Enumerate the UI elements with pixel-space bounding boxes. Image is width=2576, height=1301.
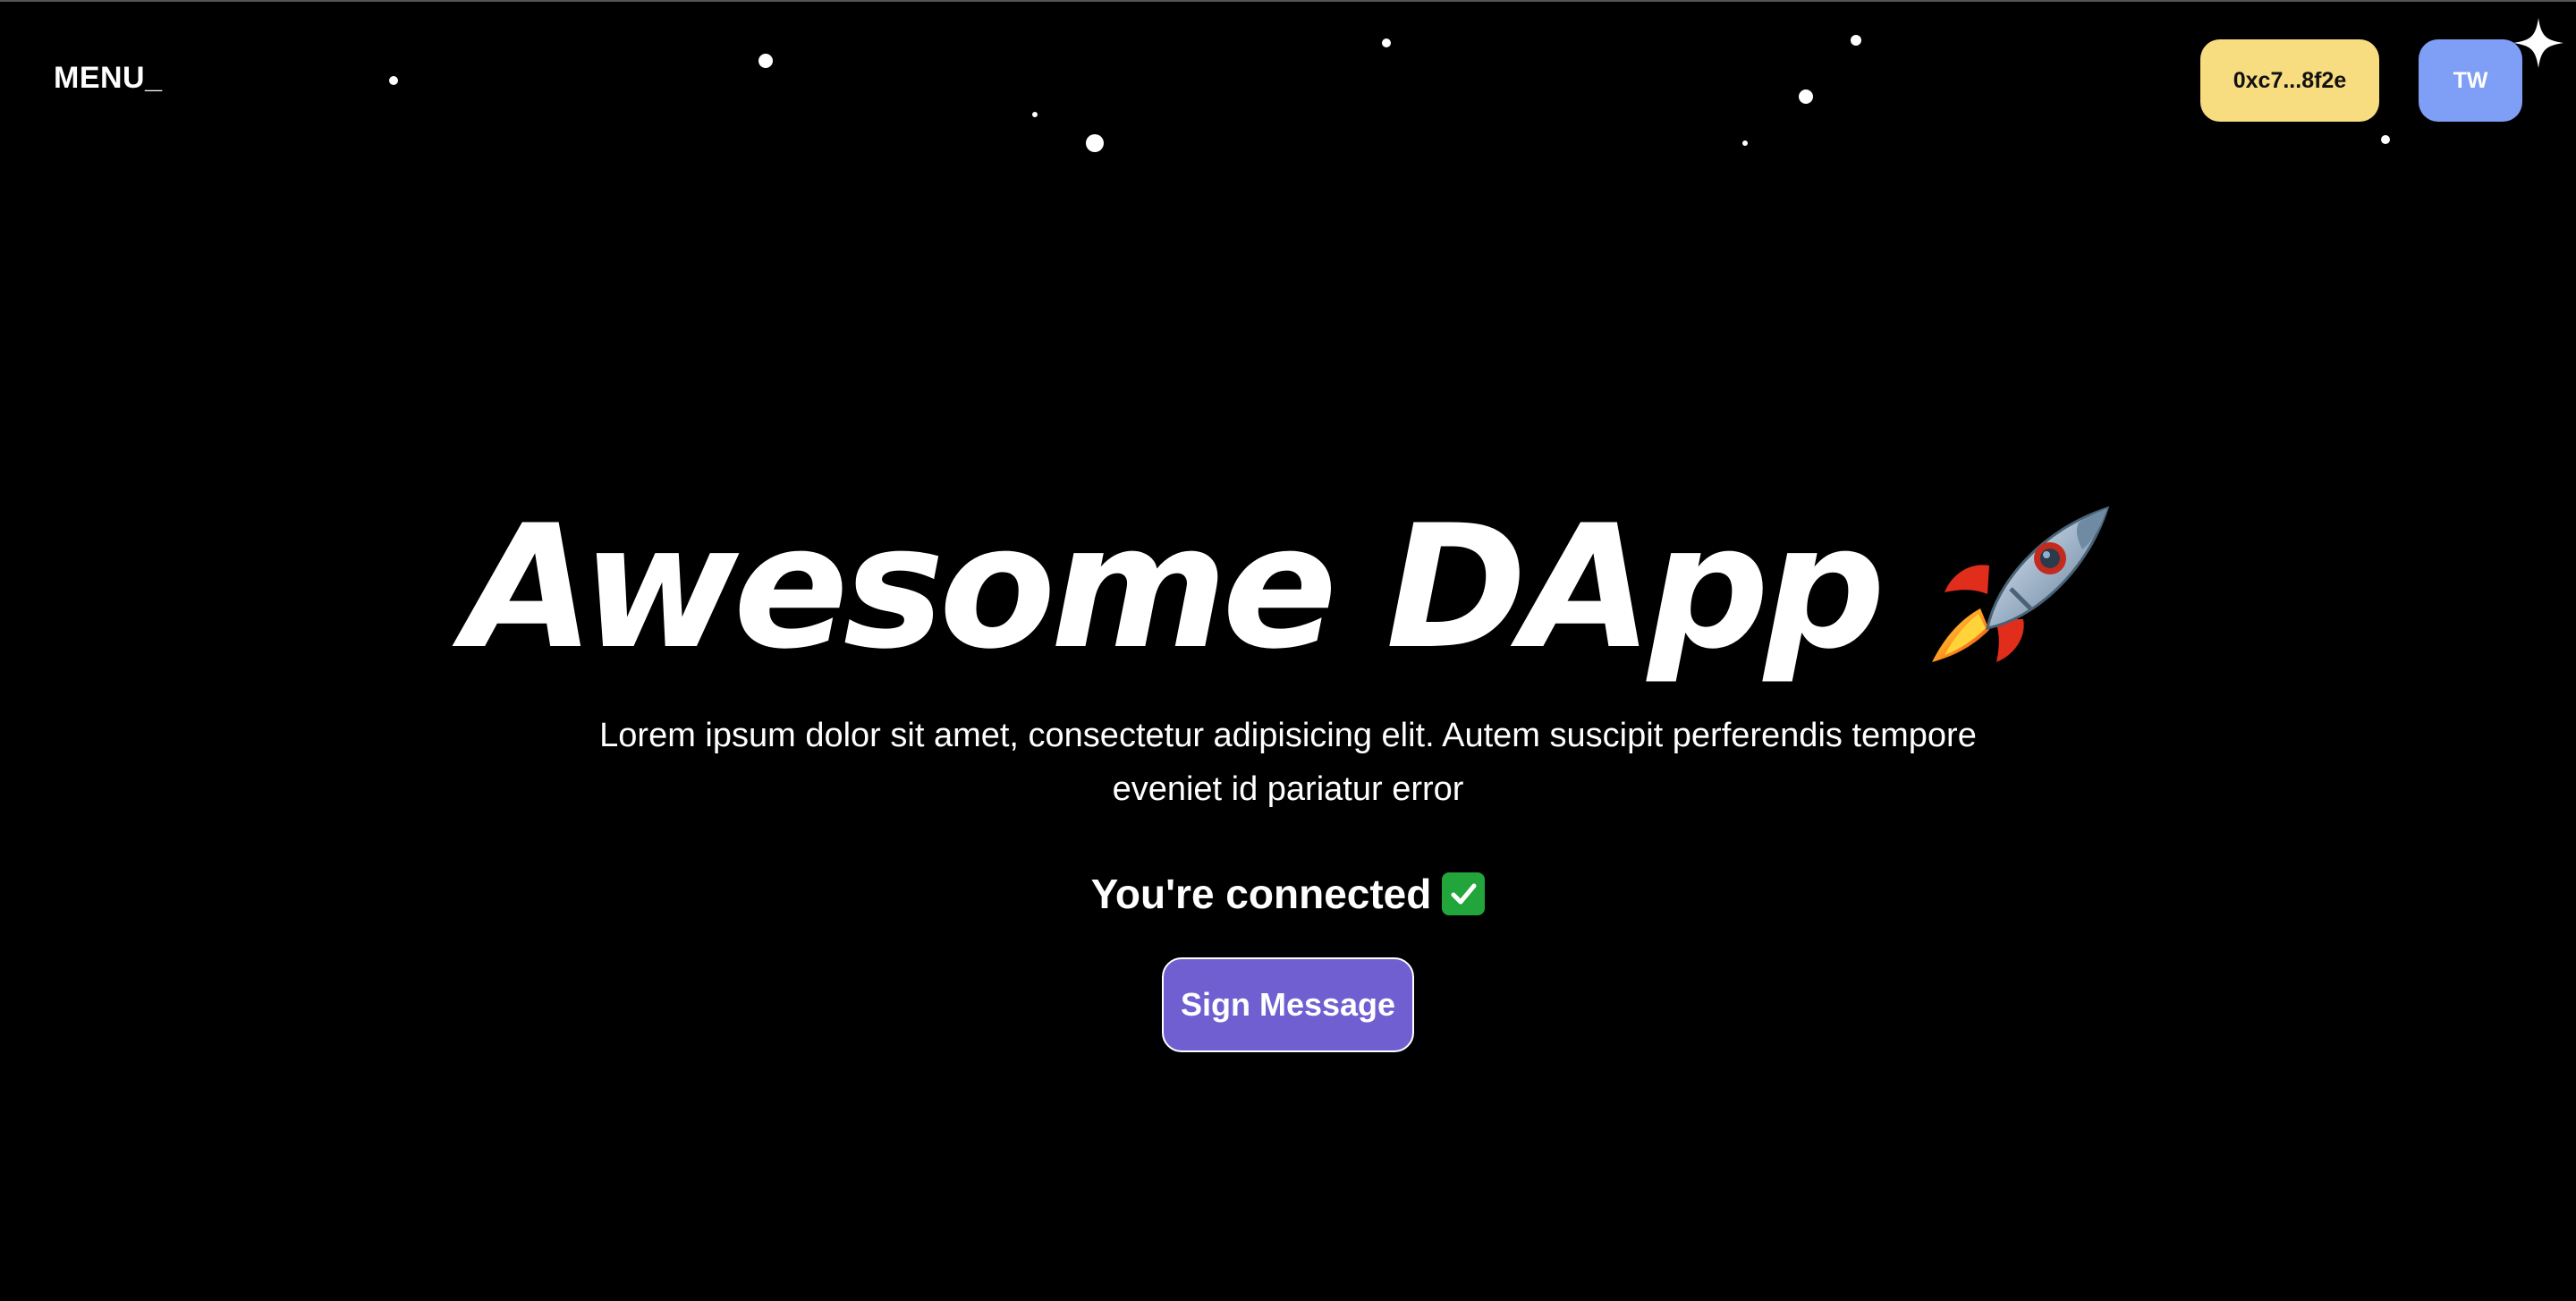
star [389, 76, 398, 85]
hero-section: Awesome DApp Lorem ipsum dolor sit amet,… [0, 503, 2576, 1052]
status-text: You're connected [1090, 871, 1432, 917]
sign-message-button[interactable]: Sign Message [1162, 957, 1414, 1052]
star [758, 54, 773, 68]
star [1742, 140, 1748, 146]
description-text: Lorem ipsum dolor sit amet, consectetur … [599, 717, 1977, 808]
star [1032, 112, 1038, 117]
wallet-address-button[interactable]: 0xc7...8f2e [2200, 39, 2379, 122]
star [1799, 89, 1813, 104]
title-row: Awesome DApp [0, 503, 2576, 673]
tw-button[interactable]: TW [2419, 39, 2522, 122]
menu-button[interactable]: MENU_ [54, 61, 163, 96]
check-mark-icon [1442, 872, 1486, 915]
page-title: Awesome DApp [462, 489, 1885, 686]
page: MENU_ 0xc7...8f2e TW Awesome DApp Lorem … [0, 0, 2576, 1301]
star [1851, 35, 1861, 46]
star [1382, 38, 1391, 47]
rocket-icon [1932, 506, 2110, 662]
connection-status: You're connected [0, 870, 2576, 918]
star [1086, 134, 1104, 152]
star [2381, 135, 2390, 144]
